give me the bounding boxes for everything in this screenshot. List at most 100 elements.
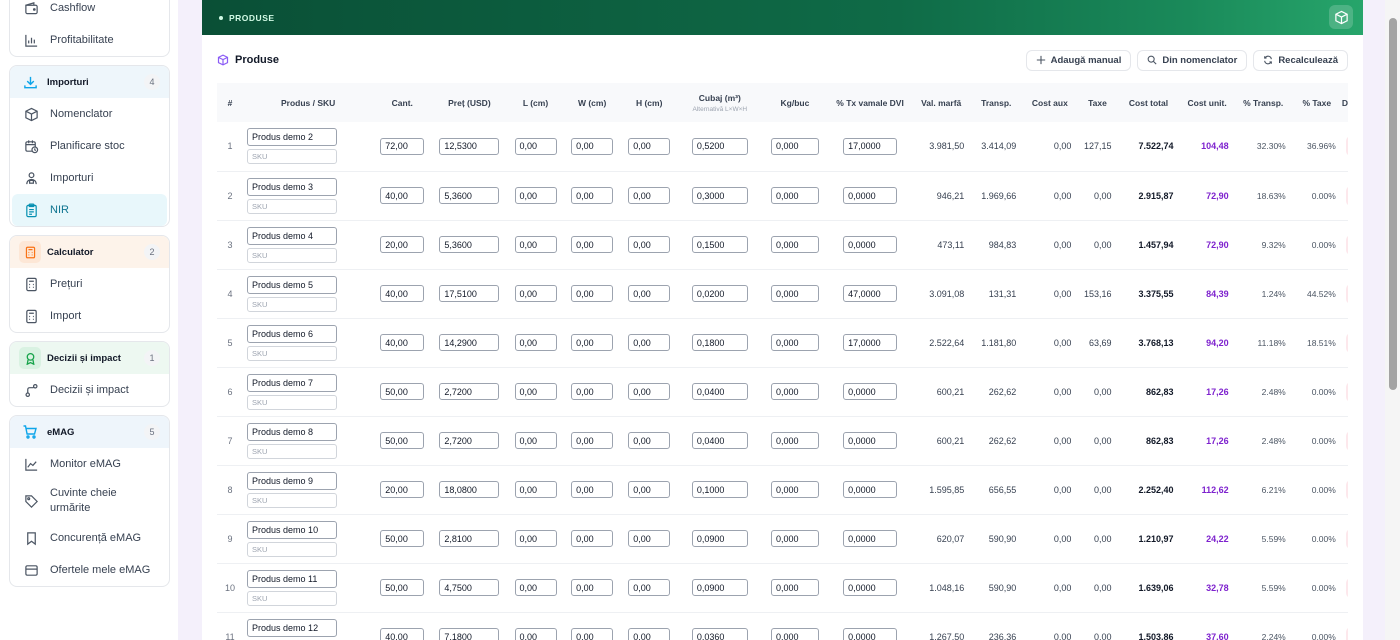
sku-input[interactable]: SKU — [247, 492, 338, 508]
price-input[interactable]: 14,2900 — [439, 334, 500, 351]
qty-input[interactable]: 40,00 — [380, 334, 425, 351]
width-input[interactable]: 0,00 — [571, 187, 614, 204]
width-input[interactable]: 0,00 — [571, 334, 614, 351]
kg-input[interactable]: 0,000 — [770, 236, 819, 253]
sidebar-item-profitabilitate[interactable]: Profitabilitate — [12, 24, 167, 56]
sidebar-item-nir[interactable]: NIR — [12, 194, 167, 226]
product-name-input[interactable]: Produs demo 9 — [247, 471, 338, 490]
delete-row-button[interactable] — [1345, 381, 1348, 402]
sidebar-item-cashflow[interactable]: Cashflow — [12, 0, 167, 24]
from-catalog-button[interactable]: Din nomenclator — [1137, 49, 1248, 71]
length-input[interactable]: 0,00 — [514, 137, 557, 155]
cubaj-input[interactable]: 0,1800 — [691, 334, 748, 351]
length-input[interactable]: 0,00 — [514, 628, 557, 640]
scrollbar-thumb[interactable] — [1389, 18, 1397, 390]
add-manual-button[interactable]: Adaugă manual — [1025, 49, 1132, 71]
sidebar-group-header-decizii[interactable]: Decizii și impact 1 — [10, 342, 169, 374]
cubaj-input[interactable]: 0,1000 — [691, 481, 748, 498]
sku-input[interactable]: SKU — [247, 296, 338, 312]
product-name-input[interactable]: Produs demo 4 — [247, 226, 338, 245]
cubaj-input[interactable]: 0,0360 — [691, 628, 748, 640]
height-input[interactable]: 0,00 — [628, 579, 671, 596]
length-input[interactable]: 0,00 — [514, 432, 557, 449]
length-input[interactable]: 0,00 — [514, 236, 557, 253]
length-input[interactable]: 0,00 — [514, 334, 557, 351]
delete-row-button[interactable] — [1345, 283, 1348, 304]
qty-input[interactable]: 40,00 — [380, 628, 425, 640]
qty-input[interactable]: 72,00 — [380, 137, 425, 155]
kg-input[interactable]: 0,000 — [770, 334, 819, 351]
cubaj-input[interactable]: 0,0900 — [691, 530, 748, 547]
price-input[interactable]: 17,5100 — [439, 285, 500, 302]
qty-input[interactable]: 20,00 — [380, 236, 425, 253]
delete-row-button[interactable] — [1345, 185, 1348, 206]
price-input[interactable]: 4,7500 — [439, 579, 500, 596]
product-name-input[interactable]: Produs demo 6 — [247, 324, 338, 343]
height-input[interactable]: 0,00 — [628, 432, 671, 449]
sidebar-item-monitor-emag[interactable]: Monitor eMAG — [12, 448, 167, 480]
cubaj-input[interactable]: 0,3000 — [691, 187, 748, 204]
qty-input[interactable]: 50,00 — [380, 579, 425, 596]
product-name-input[interactable]: Produs demo 5 — [247, 275, 338, 294]
sku-input[interactable]: SKU — [247, 345, 338, 361]
kg-input[interactable]: 0,000 — [770, 579, 819, 596]
sidebar-item-planificare-stoc[interactable]: Planificare stoc — [12, 130, 167, 162]
cubaj-input[interactable]: 0,1500 — [691, 236, 748, 253]
sidebar-item-import[interactable]: Import — [12, 300, 167, 332]
sku-input[interactable]: SKU — [247, 149, 338, 165]
product-name-input[interactable]: Produs demo 7 — [247, 373, 338, 392]
width-input[interactable]: 0,00 — [571, 432, 614, 449]
kg-input[interactable]: 0,000 — [770, 187, 819, 204]
price-input[interactable]: 18,0800 — [439, 481, 500, 498]
delete-row-button[interactable] — [1345, 430, 1348, 451]
kg-input[interactable]: 0,000 — [770, 628, 819, 640]
qty-input[interactable]: 20,00 — [380, 481, 425, 498]
length-input[interactable]: 0,00 — [514, 285, 557, 302]
customs-input[interactable]: 0,0000 — [843, 383, 898, 400]
sidebar-group-header-emag[interactable]: eMAG 5 — [10, 416, 169, 448]
sidebar-item-ofertele-mele[interactable]: Ofertele mele eMAG — [12, 554, 167, 586]
sidebar-item-preturi[interactable]: Prețuri — [12, 268, 167, 300]
kg-input[interactable]: 0,000 — [770, 285, 819, 302]
kg-input[interactable]: 0,000 — [770, 432, 819, 449]
height-input[interactable]: 0,00 — [628, 334, 671, 351]
sidebar-item-nomenclator[interactable]: Nomenclator — [12, 98, 167, 130]
height-input[interactable]: 0,00 — [628, 530, 671, 547]
page-scrollbar[interactable] — [1385, 0, 1400, 640]
products-table-wrap[interactable]: # Produs / SKU Cant. Preț (USD) L (cm) W… — [217, 83, 1348, 640]
customs-input[interactable]: 0,0000 — [843, 579, 898, 596]
price-input[interactable]: 2,8100 — [439, 530, 500, 547]
width-input[interactable]: 0,00 — [571, 236, 614, 253]
height-input[interactable]: 0,00 — [628, 383, 671, 400]
height-input[interactable]: 0,00 — [628, 187, 671, 204]
height-input[interactable]: 0,00 — [628, 628, 671, 640]
delete-row-button[interactable] — [1345, 577, 1348, 598]
product-name-input[interactable]: Produs demo 12 — [247, 618, 338, 637]
qty-input[interactable]: 40,00 — [380, 187, 425, 204]
cubaj-input[interactable]: 0,0900 — [691, 579, 748, 596]
height-input[interactable]: 0,00 — [628, 137, 671, 155]
delete-row-button[interactable] — [1345, 528, 1348, 549]
height-input[interactable]: 0,00 — [628, 285, 671, 302]
delete-row-button[interactable] — [1345, 479, 1348, 500]
delete-row-button[interactable] — [1345, 626, 1348, 640]
width-input[interactable]: 0,00 — [571, 383, 614, 400]
height-input[interactable]: 0,00 — [628, 481, 671, 498]
customs-input[interactable]: 0,0000 — [843, 432, 898, 449]
width-input[interactable]: 0,00 — [571, 285, 614, 302]
customs-input[interactable]: 0,0000 — [843, 236, 898, 253]
width-input[interactable]: 0,00 — [571, 481, 614, 498]
kg-input[interactable]: 0,000 — [770, 530, 819, 547]
width-input[interactable]: 0,00 — [571, 530, 614, 547]
sidebar-group-header-importuri[interactable]: Importuri 4 — [10, 66, 169, 98]
length-input[interactable]: 0,00 — [514, 579, 557, 596]
kg-input[interactable]: 0,000 — [770, 383, 819, 400]
cubaj-input[interactable]: 0,0400 — [691, 383, 748, 400]
customs-input[interactable]: 0,0000 — [843, 481, 898, 498]
width-input[interactable]: 0,00 — [571, 628, 614, 640]
qty-input[interactable]: 40,00 — [380, 285, 425, 302]
product-name-input[interactable]: Produs demo 10 — [247, 520, 338, 539]
price-input[interactable]: 12,5300 — [439, 137, 500, 155]
sidebar-item-cuvinte-cheie[interactable]: Cuvinte cheie urmărite — [12, 480, 167, 522]
product-name-input[interactable]: Produs demo 3 — [247, 177, 338, 196]
